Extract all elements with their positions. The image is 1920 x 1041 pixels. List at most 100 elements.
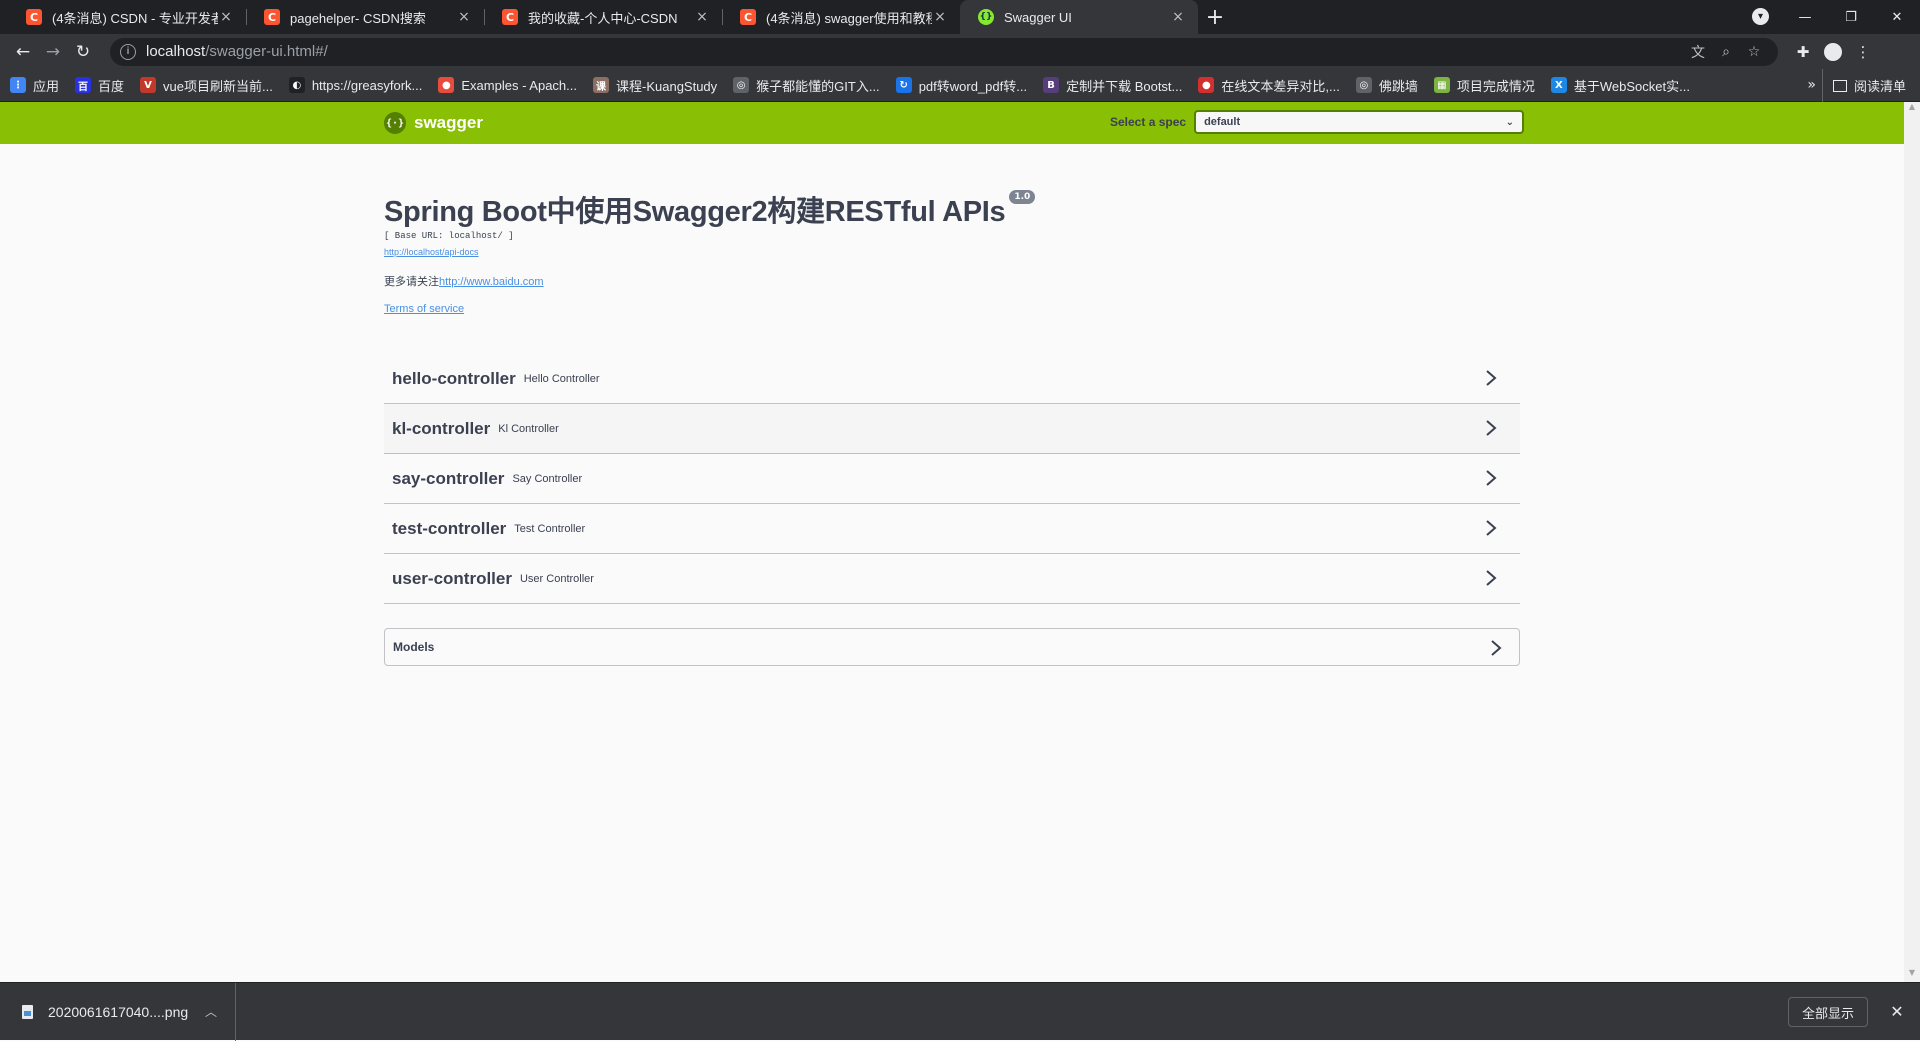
site-info-icon[interactable]: i: [120, 43, 136, 60]
bookmark-item[interactable]: 百百度: [75, 76, 124, 95]
chevron-right-icon: [1486, 370, 1497, 386]
swagger-logo-icon: {·}: [384, 112, 406, 134]
csdn-favicon-icon: C: [264, 9, 280, 25]
translate-icon[interactable]: 文: [1684, 42, 1712, 62]
tag-description: Kl Controller: [498, 422, 559, 435]
scroll-down-arrow[interactable]: ▼: [1904, 968, 1920, 982]
address-host: localhost: [146, 43, 206, 60]
page-viewport: {·} swagger Select a spec default ⌄ Spri…: [0, 102, 1904, 982]
reading-list-icon: [1832, 79, 1847, 92]
models-section[interactable]: Models: [384, 628, 1520, 666]
bookmark-item[interactable]: X 基于WebSocket实...: [1550, 76, 1690, 95]
bookmark-item[interactable]: ◎ 猴子都能懂的GIT入...: [733, 76, 880, 95]
tag-kl-controller[interactable]: kl-controller Kl Controller: [384, 404, 1520, 454]
bookmark-item[interactable]: ⋮ 应用: [10, 76, 59, 95]
swagger-topbar: {·} swagger Select a spec default ⌄: [0, 102, 1904, 144]
close-tab-icon[interactable]: ×: [1170, 9, 1186, 25]
tab-search-icon[interactable]: ▾: [1752, 8, 1769, 25]
chevron-down-icon: ⌄: [1505, 116, 1515, 128]
tag-description: Test Controller: [514, 522, 586, 535]
swagger-logo[interactable]: {·} swagger: [384, 112, 483, 134]
close-tab-icon[interactable]: ×: [694, 9, 710, 25]
chevron-right-icon: [1486, 570, 1497, 586]
image-file-icon: [22, 1004, 33, 1019]
browser-tab[interactable]: Cpagehelper- CSDN搜索 ×: [246, 0, 484, 34]
bookmark-item[interactable]: Vvue项目刷新当前...: [140, 76, 273, 95]
vertical-scrollbar[interactable]: ▲ ▼: [1904, 102, 1920, 982]
page-title: Spring Boot中使用Swagger2构建RESTful APIs: [384, 196, 1006, 228]
browser-tab[interactable]: C (4条消息) CSDN - 专业开发者社×: [8, 0, 246, 34]
bookmark-star-icon[interactable]: ☆: [1740, 44, 1768, 60]
show-all-downloads-button[interactable]: 全部显示: [1788, 997, 1868, 1027]
tag-name: kl-controller: [392, 418, 491, 438]
minimize-button[interactable]: —: [1782, 0, 1828, 34]
bookmark-item[interactable]: ● Examples - Apach...: [438, 77, 577, 93]
tag-test-controller[interactable]: test-controller Test Controller: [384, 504, 1520, 554]
bookmark-item[interactable]: B 定制并下载 Bootst...: [1043, 76, 1182, 95]
forward-button[interactable]: →: [38, 37, 68, 67]
reload-button[interactable]: ↻: [68, 37, 98, 67]
tab-title: Swagger UI: [1004, 9, 1072, 25]
menu-icon[interactable]: ⋮: [1848, 37, 1878, 67]
download-item[interactable]: 2020061617040....png ︿: [0, 982, 236, 1041]
scroll-up-arrow[interactable]: ▲: [1904, 102, 1920, 116]
bookmark-label: 在线文本差异对比,...: [1221, 78, 1340, 94]
bookmark-label: pdf转word_pdf转...: [918, 78, 1028, 94]
zoom-icon[interactable]: ⌕: [1712, 44, 1740, 60]
tag-name: hello-controller: [392, 368, 516, 388]
tag-hello-controller[interactable]: hello-controller Hello Controller: [384, 354, 1520, 404]
description-link[interactable]: http://www.baidu.com: [439, 276, 544, 288]
close-window-button[interactable]: ✕: [1874, 0, 1920, 34]
tag-name: say-controller: [392, 468, 505, 488]
api-title-row: Spring Boot中使用Swagger2构建RESTful APIs 1.0: [384, 188, 1036, 230]
bookmark-favicon-icon: ◎: [733, 77, 750, 93]
browser-tab[interactable]: C 我的收藏-个人中心-CSDN ×: [484, 0, 722, 34]
version-badge: 1.0: [1009, 190, 1036, 204]
bookmark-label: vue项目刷新当前...: [163, 78, 273, 94]
bookmark-item[interactable]: ● 在线文本差异对比,...: [1198, 76, 1340, 95]
bookmark-label: 猴子都能懂的GIT入...: [756, 78, 880, 94]
terms-of-service-link[interactable]: Terms of service: [384, 303, 1035, 315]
bookmark-item[interactable]: 课课程-KuangStudy: [593, 76, 717, 95]
bookmark-label: 基于WebSocket实...: [1573, 78, 1690, 94]
bookmark-item[interactable]: ▦ 项目完成情况: [1433, 76, 1535, 95]
base-url: [ Base URL: localhost/ ]: [384, 231, 514, 241]
chevron-right-icon: [1486, 470, 1497, 486]
reading-list-button[interactable]: 阅读清单: [1821, 69, 1906, 102]
close-tab-icon[interactable]: ×: [456, 9, 472, 25]
spec-select[interactable]: default ⌄: [1194, 110, 1525, 134]
bookmark-item[interactable]: ◐ https://greasyfork...: [288, 77, 422, 93]
address-bar[interactable]: i localhost/swagger-ui.html#/ 文 ⌕ ☆: [110, 37, 1778, 66]
bookmark-favicon-icon: ↻: [895, 77, 912, 93]
chevron-right-icon: [1486, 420, 1497, 436]
bookmarks-overflow-button[interactable]: »: [1807, 77, 1816, 93]
chevron-up-icon[interactable]: ︿: [205, 1003, 235, 1020]
bookmark-label: 百度: [98, 78, 125, 94]
browser-tab[interactable]: {} Swagger UI ×: [960, 0, 1198, 34]
restore-button[interactable]: ❐: [1828, 0, 1874, 34]
api-docs-link[interactable]: http://localhost/api-docs: [384, 247, 1035, 257]
tag-user-controller[interactable]: user-controller User Controller: [384, 554, 1520, 604]
bookmark-label: 应用: [33, 78, 60, 94]
tag-name: user-controller: [392, 568, 512, 588]
close-tab-icon[interactable]: ×: [932, 9, 948, 25]
back-button[interactable]: ←: [8, 37, 38, 67]
csdn-favicon-icon: C: [740, 9, 756, 25]
tag-description: Hello Controller: [523, 372, 600, 385]
bookmark-item[interactable]: ◎ 佛跳墙: [1355, 76, 1418, 95]
bookmark-favicon-icon: ●: [438, 77, 455, 93]
close-tab-icon[interactable]: ×: [218, 9, 234, 25]
close-shelf-button[interactable]: ✕: [1886, 1000, 1908, 1022]
extensions-icon[interactable]: ✚: [1788, 37, 1818, 67]
swagger-logo-text: swagger: [414, 113, 483, 132]
address-path: /swagger-ui.html#/: [205, 43, 328, 60]
browser-tab[interactable]: C (4条消息) swagger使用和教程_ ×: [722, 0, 960, 34]
bookmarks-bar: ⋮ 应用百百度 Vvue项目刷新当前... ◐ https://greasyfork..…: [0, 69, 1920, 102]
csdn-favicon-icon: C: [26, 9, 42, 25]
tag-say-controller[interactable]: say-controller Say Controller: [384, 454, 1520, 504]
download-shelf: 2020061617040....png ︿ 全部显示 ✕: [0, 982, 1920, 1041]
profile-icon[interactable]: [1818, 37, 1848, 67]
bookmark-item[interactable]: ↻ pdf转word_pdf转...: [895, 76, 1028, 95]
spec-select-value: default: [1204, 116, 1241, 128]
new-tab-button[interactable]: +: [1198, 0, 1232, 34]
